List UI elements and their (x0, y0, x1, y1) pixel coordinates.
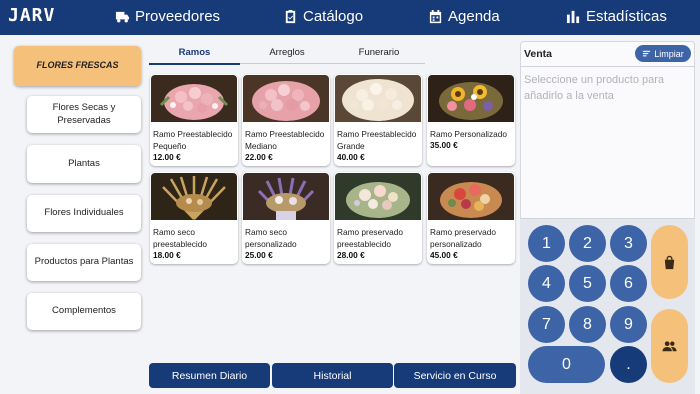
category-plantas[interactable]: Plantas (27, 145, 141, 183)
pink-roses-bouquet-photo (243, 75, 329, 122)
preserved-pastel-bouquet-photo (335, 173, 421, 220)
product-price: 22.00 € (245, 152, 273, 162)
nav-label: Agenda (448, 8, 500, 25)
key-4[interactable]: 4 (528, 265, 565, 302)
key-7[interactable]: 7 (528, 306, 565, 343)
category-label: FLORES FRESCAS (36, 60, 119, 71)
product-card[interactable]: Ramo preservado personalizado 45.00 € (427, 172, 515, 264)
product-price: 12.00 € (153, 152, 181, 162)
product-price: 18.00 € (153, 250, 181, 260)
product-price: 40.00 € (337, 152, 365, 162)
tab-funerario[interactable]: Funerario (333, 47, 425, 58)
clear-sale-label: Limpiar (654, 48, 684, 59)
product-name: Ramo Personalizado (430, 129, 508, 139)
category-label: Plantas (68, 157, 100, 169)
nav-label: Estadísticas (586, 8, 667, 25)
product-price: 25.00 € (245, 250, 273, 260)
white-roses-bouquet-photo (335, 75, 421, 122)
product-name: Ramo preservado preestablecido (337, 227, 403, 249)
product-card[interactable]: Ramo Preestablecido Mediano 22.00 € (242, 74, 330, 166)
category-label: Flores Secas y Preservadas (52, 102, 116, 126)
nav-agenda[interactable]: Agenda (428, 8, 500, 25)
product-card[interactable]: Ramo Preestablecido Grande 40.00 € (334, 74, 422, 166)
key-3[interactable]: 3 (610, 225, 647, 262)
category-label: Productos para Plantas (34, 256, 134, 268)
product-card[interactable]: Ramo seco personalizado 25.00 € (242, 172, 330, 264)
clear-list-icon (643, 50, 651, 57)
clear-sale-button[interactable]: Limpiar (635, 45, 691, 62)
historial-button[interactable]: Historial (272, 363, 393, 388)
app-logo: JARV (8, 5, 56, 26)
product-name: Ramo seco preestablecido (153, 227, 207, 249)
product-name: Ramo Preestablecido Mediano (245, 129, 325, 151)
resumen-diario-button[interactable]: Resumen Diario (149, 363, 270, 388)
product-price: 45.00 € (430, 250, 458, 260)
key-decimal[interactable]: . (610, 346, 647, 383)
category-flores-frescas[interactable]: FLORES FRESCAS (14, 46, 141, 86)
category-label: Flores Individuales (44, 207, 124, 219)
nav-catalogo[interactable]: Catálogo (283, 8, 363, 25)
category-flores-secas[interactable]: Flores Secas y Preservadas (27, 96, 141, 133)
sale-empty-hint: Seleccione un producto para añadirlo a l… (524, 74, 665, 102)
top-nav-bar: JARV Proveedores Catálogo Agenda Estadís… (0, 0, 700, 35)
product-tabs: Ramos Arreglos Funerario (149, 43, 425, 65)
shopping-bag-icon (664, 255, 675, 269)
dried-wheat-bouquet-photo (151, 173, 237, 220)
category-flores-individuales[interactable]: Flores Individuales (27, 195, 141, 232)
product-card[interactable]: Ramo Preestablecido Pequeño 12.00 € (150, 74, 238, 166)
customer-button[interactable] (651, 309, 688, 383)
key-8[interactable]: 8 (569, 306, 606, 343)
nav-label: Catálogo (303, 8, 364, 25)
nav-label: Proveedores (135, 8, 221, 25)
nav-proveedores[interactable]: Proveedores (115, 8, 220, 25)
key-5[interactable]: 5 (569, 265, 606, 302)
pink-roses-bouquet-photo (151, 75, 237, 122)
nav-estadisticas[interactable]: Estadísticas (566, 8, 667, 25)
product-price: 28.00 € (337, 250, 365, 260)
sale-header: Venta Limpiar (520, 41, 695, 67)
key-9[interactable]: 9 (610, 306, 647, 343)
active-tab-indicator (149, 63, 240, 65)
add-to-bag-button[interactable] (651, 225, 688, 299)
servicio-en-curso-button[interactable]: Servicio en Curso (394, 363, 516, 388)
calendar-icon (429, 9, 442, 24)
key-1[interactable]: 1 (528, 225, 565, 262)
truck-icon (115, 11, 130, 23)
clipboard-icon (285, 9, 296, 24)
key-2[interactable]: 2 (569, 225, 606, 262)
category-productos-plantas[interactable]: Productos para Plantas (27, 244, 141, 281)
bar-chart-icon (566, 10, 580, 24)
category-label: Complementos (52, 305, 116, 317)
tab-ramos[interactable]: Ramos (149, 47, 240, 58)
sunflower-bouquet-photo (428, 75, 514, 122)
product-card[interactable]: Ramo seco preestablecido 18.00 € (150, 172, 238, 264)
product-price: 35.00 € (430, 140, 458, 150)
tab-arreglos[interactable]: Arreglos (241, 47, 333, 58)
key-6[interactable]: 6 (610, 265, 647, 302)
product-card[interactable]: Ramo preservado preestablecido 28.00 € (334, 172, 422, 264)
sale-title: Venta (524, 48, 553, 60)
product-name: Ramo Preestablecido Pequeño (153, 129, 233, 151)
product-name: Ramo seco personalizado (245, 227, 297, 249)
preserved-red-bouquet-photo (428, 173, 514, 220)
category-complementos[interactable]: Complementos (27, 293, 141, 330)
people-icon (662, 340, 677, 351)
dried-lavender-bouquet-photo (243, 173, 329, 220)
key-0[interactable]: 0 (528, 346, 605, 383)
product-card[interactable]: Ramo Personalizado 35.00 € (427, 74, 515, 166)
product-name: Ramo Preestablecido Grande (337, 129, 417, 151)
product-name: Ramo preservado personalizado (430, 227, 496, 249)
